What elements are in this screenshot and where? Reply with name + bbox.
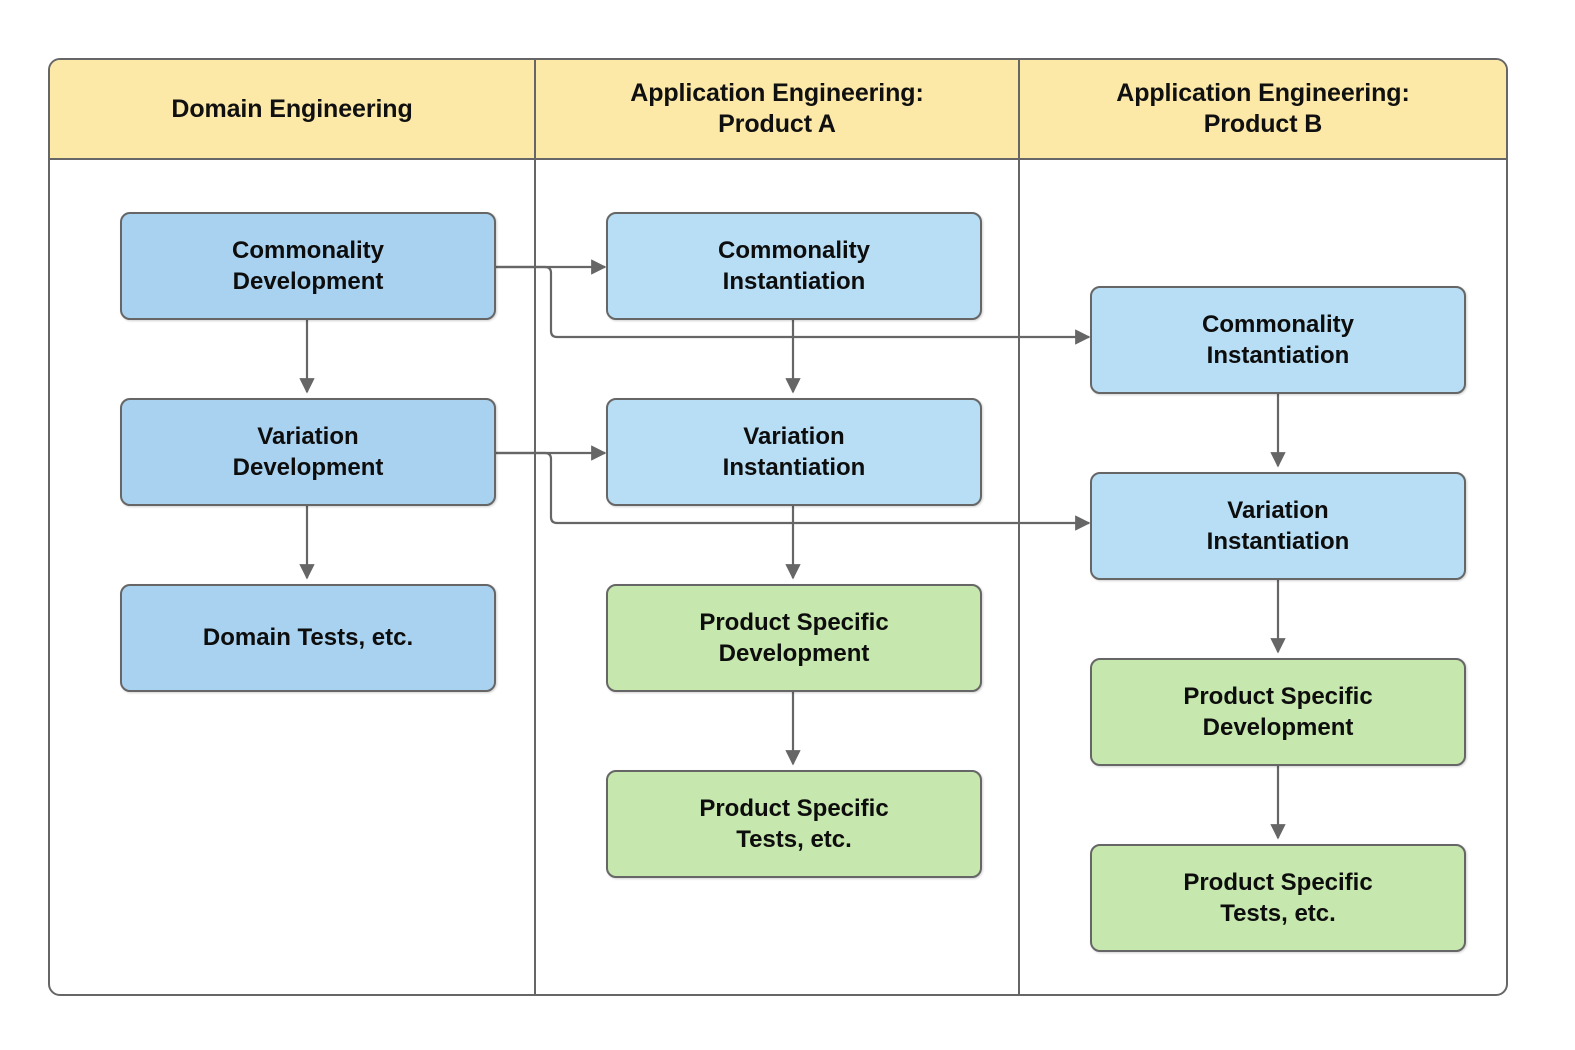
node-label: Commonality Development (231, 236, 384, 295)
lane-header-label: Application Engineering: Product A (630, 79, 924, 138)
node-label: Commonality Instantiation (717, 236, 870, 295)
node-label: Product Specific Development (699, 608, 889, 667)
node-label: Product Specific Tests, etc. (699, 794, 889, 853)
lane-header-label: Domain Engineering (171, 94, 413, 123)
diagram-canvas: Domain Engineering Application Engineeri… (0, 0, 1575, 1050)
lane-header-domain-engineering: Domain Engineering (50, 60, 534, 158)
lane-divider-1 (534, 60, 536, 994)
node-b-variation-instantiation[interactable]: Variation Instantiation (1090, 472, 1466, 580)
node-domain-tests[interactable]: Domain Tests, etc. (120, 584, 496, 692)
node-label: Commonality Instantiation (1201, 310, 1354, 369)
node-b-product-specific-tests[interactable]: Product Specific Tests, etc. (1090, 844, 1466, 952)
node-a-product-specific-tests[interactable]: Product Specific Tests, etc. (606, 770, 982, 878)
node-a-commonality-instantiation[interactable]: Commonality Instantiation (606, 212, 982, 320)
node-variation-development[interactable]: Variation Development (120, 398, 496, 506)
lane-divider-2 (1018, 60, 1020, 994)
lane-header-application-engineering-product-a: Application Engineering: Product A (536, 60, 1018, 158)
header-separator-rule (50, 158, 1506, 160)
node-label: Product Specific Tests, etc. (1183, 868, 1373, 927)
node-commonality-development[interactable]: Commonality Development (120, 212, 496, 320)
node-label: Variation Instantiation (1206, 496, 1350, 555)
node-b-product-specific-development[interactable]: Product Specific Development (1090, 658, 1466, 766)
node-a-product-specific-development[interactable]: Product Specific Development (606, 584, 982, 692)
node-a-variation-instantiation[interactable]: Variation Instantiation (606, 398, 982, 506)
node-label: Domain Tests, etc. (202, 624, 414, 652)
node-label: Variation Development (232, 422, 384, 481)
lane-header-application-engineering-product-b: Application Engineering: Product B (1020, 60, 1506, 158)
node-label: Variation Instantiation (722, 422, 866, 481)
node-b-commonality-instantiation[interactable]: Commonality Instantiation (1090, 286, 1466, 394)
node-label: Product Specific Development (1183, 682, 1373, 741)
lane-header-label: Application Engineering: Product B (1116, 79, 1410, 138)
